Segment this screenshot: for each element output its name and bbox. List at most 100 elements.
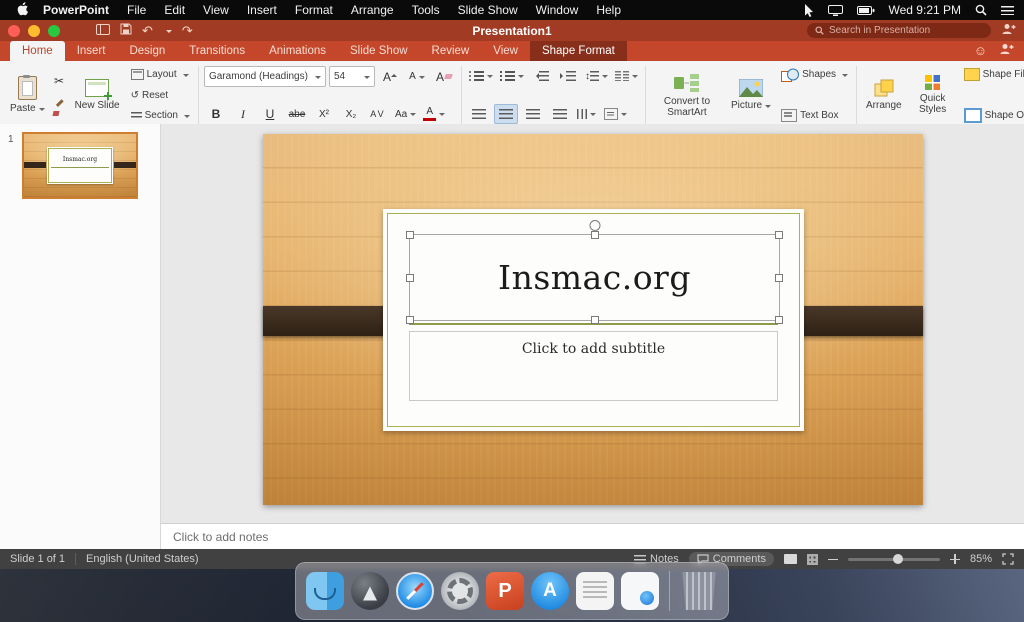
tab-shape-format[interactable]: Shape Format xyxy=(530,41,627,61)
bold-button[interactable]: B xyxy=(204,104,228,124)
font-size-select[interactable]: 54 xyxy=(329,66,375,87)
convert-smartart-button[interactable]: Convert to SmartArt xyxy=(651,64,723,126)
selection-handle-middle-right[interactable] xyxy=(775,274,783,282)
zoom-in-button[interactable] xyxy=(950,554,960,564)
title-placeholder[interactable]: Insmac.org xyxy=(409,234,780,321)
selection-handle-top-left[interactable] xyxy=(406,231,414,239)
selection-handle-bottom-middle[interactable] xyxy=(591,316,599,324)
toolbar-panel-icon[interactable] xyxy=(96,23,110,38)
tab-home[interactable]: Home xyxy=(10,41,65,61)
shapes-button[interactable]: Shapes xyxy=(778,66,851,83)
character-spacing-button[interactable]: AV xyxy=(366,104,390,124)
menu-app-name[interactable]: PowerPoint xyxy=(34,3,118,17)
tab-insert[interactable]: Insert xyxy=(65,41,118,61)
menu-insert[interactable]: Insert xyxy=(238,3,286,17)
tab-animations[interactable]: Animations xyxy=(257,41,338,61)
finder-dock-icon[interactable] xyxy=(306,572,344,610)
menu-edit[interactable]: Edit xyxy=(155,3,194,17)
superscript-button[interactable]: X² xyxy=(312,104,336,124)
menu-tools[interactable]: Tools xyxy=(403,3,449,17)
arrange-button[interactable]: Arrange xyxy=(862,64,906,126)
tab-design[interactable]: Design xyxy=(117,41,177,61)
align-left-button[interactable] xyxy=(467,104,491,124)
shape-outline-button[interactable]: Shape Outline xyxy=(961,107,1024,124)
font-name-select[interactable]: Garamond (Headings) xyxy=(204,66,326,87)
underline-button[interactable]: U xyxy=(258,104,282,124)
zoom-out-button[interactable] xyxy=(828,554,838,564)
paste-button[interactable]: Paste xyxy=(6,64,49,126)
language-indicator[interactable]: English (United States) xyxy=(86,553,199,565)
apple-menu-icon[interactable] xyxy=(10,2,34,19)
pointer-icon[interactable] xyxy=(804,4,814,17)
slide-thumbnail[interactable]: Insmac.org xyxy=(22,132,138,199)
slide-canvas[interactable]: Insmac.org Click to add subtitle xyxy=(263,134,923,505)
save-icon[interactable] xyxy=(120,23,132,38)
picture-button[interactable]: Picture xyxy=(727,64,775,126)
undo-icon[interactable] xyxy=(142,24,153,37)
system-preferences-dock-icon[interactable] xyxy=(441,572,479,610)
increase-font-button[interactable]: A xyxy=(378,67,402,87)
close-window-button[interactable] xyxy=(8,25,20,37)
fit-slide-icon[interactable] xyxy=(1002,553,1014,565)
quick-styles-button[interactable]: Quick Styles xyxy=(909,64,957,126)
tab-review[interactable]: Review xyxy=(420,41,482,61)
share-person-icon[interactable] xyxy=(1001,22,1016,40)
spotlight-icon[interactable] xyxy=(975,4,987,16)
text-box-button[interactable]: Text Box xyxy=(778,107,851,124)
menu-file[interactable]: File xyxy=(118,3,155,17)
rotation-handle[interactable] xyxy=(589,220,600,231)
search-presentation-field[interactable]: Search in Presentation xyxy=(807,23,991,38)
decrease-font-button[interactable]: A xyxy=(405,67,429,87)
change-case-button[interactable]: Aa xyxy=(393,104,418,124)
display-icon[interactable] xyxy=(828,5,843,16)
slide-sorter-view-button[interactable] xyxy=(807,554,818,565)
menu-help[interactable]: Help xyxy=(587,3,630,17)
menu-format[interactable]: Format xyxy=(286,3,342,17)
increase-indent-button[interactable] xyxy=(556,66,580,86)
subscript-button[interactable]: X₂ xyxy=(339,104,363,124)
align-center-button[interactable] xyxy=(494,104,518,124)
app-store-dock-icon[interactable]: A xyxy=(531,572,569,610)
align-right-button[interactable] xyxy=(521,104,545,124)
subtitle-placeholder[interactable]: Click to add subtitle xyxy=(409,331,778,401)
powerpoint-dock-icon[interactable]: P xyxy=(486,572,524,610)
decrease-indent-button[interactable] xyxy=(529,66,553,86)
battery-icon[interactable] xyxy=(857,6,875,15)
selection-handle-bottom-left[interactable] xyxy=(406,316,414,324)
collaborate-icon[interactable] xyxy=(999,41,1014,61)
align-text-button[interactable] xyxy=(602,104,629,124)
launchpad-dock-icon[interactable] xyxy=(351,572,389,610)
normal-view-button[interactable] xyxy=(784,554,797,564)
tab-slideshow[interactable]: Slide Show xyxy=(338,41,420,61)
strikethrough-button[interactable]: abe xyxy=(285,104,309,124)
italic-button[interactable]: I xyxy=(231,104,255,124)
zoom-slider-knob[interactable] xyxy=(893,554,903,564)
documents-dock-icon[interactable] xyxy=(576,572,614,610)
menu-view[interactable]: View xyxy=(194,3,238,17)
redo-icon[interactable] xyxy=(182,24,193,37)
zoom-slider[interactable] xyxy=(848,558,940,561)
feedback-smiley-icon[interactable] xyxy=(974,41,987,61)
section-button[interactable]: Section xyxy=(128,107,193,124)
zoom-window-button[interactable] xyxy=(48,25,60,37)
bullets-button[interactable] xyxy=(467,66,495,86)
menu-arrange[interactable]: Arrange xyxy=(342,3,403,17)
shape-fill-button[interactable]: Shape Fill xyxy=(961,66,1024,83)
menu-window[interactable]: Window xyxy=(527,3,588,17)
selection-handle-middle-left[interactable] xyxy=(406,274,414,282)
new-slide-button[interactable]: New Slide xyxy=(71,64,124,126)
selection-handle-top-middle[interactable] xyxy=(591,231,599,239)
zoom-level-indicator[interactable]: 85% xyxy=(970,553,992,565)
tab-transitions[interactable]: Transitions xyxy=(177,41,257,61)
minimize-window-button[interactable] xyxy=(28,25,40,37)
layout-button[interactable]: Layout xyxy=(128,66,193,83)
notes-pane[interactable]: Click to add notes xyxy=(161,523,1024,549)
font-color-button[interactable]: A xyxy=(421,104,447,124)
undo-menu-caret[interactable] xyxy=(166,30,172,36)
safari-dock-icon[interactable] xyxy=(396,572,434,610)
selection-handle-top-right[interactable] xyxy=(775,231,783,239)
columns-button[interactable] xyxy=(613,66,640,86)
tab-view[interactable]: View xyxy=(481,41,530,61)
slide-title-text[interactable]: Insmac.org xyxy=(498,258,691,297)
justify-button[interactable] xyxy=(548,104,572,124)
